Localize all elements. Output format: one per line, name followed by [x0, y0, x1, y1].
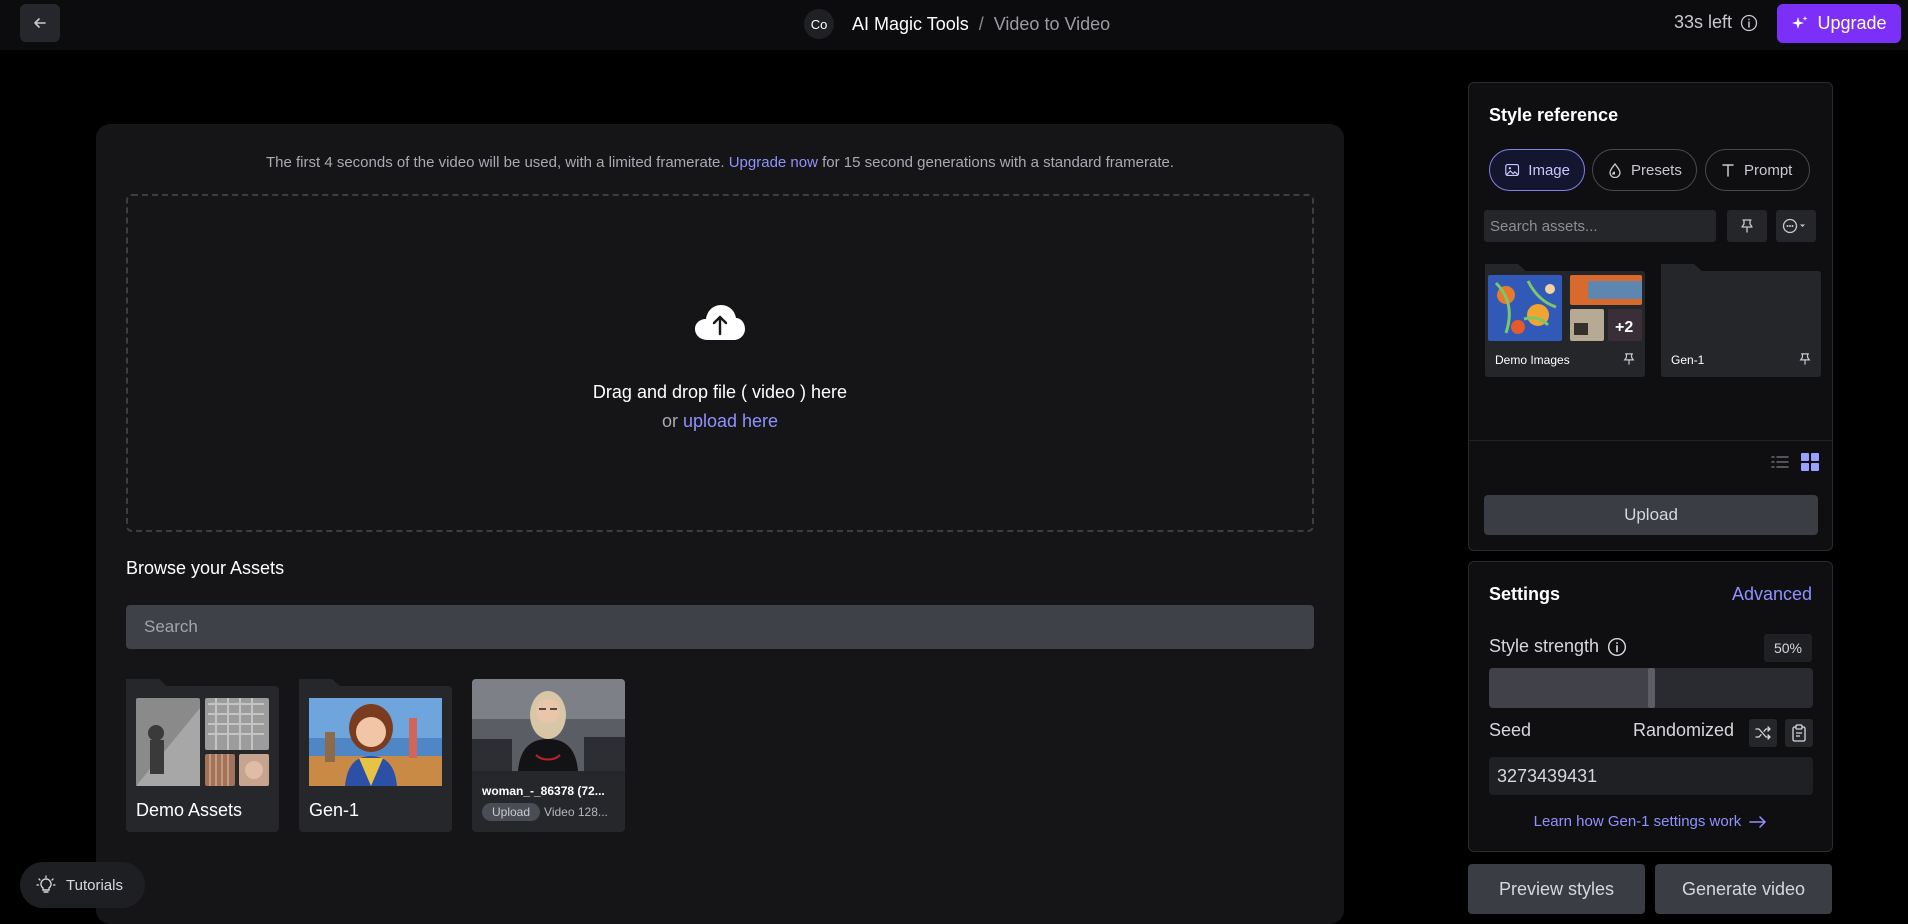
main-panel: The first 4 seconds of the video will be…	[96, 124, 1344, 924]
duration-notice: The first 4 seconds of the video will be…	[96, 154, 1344, 171]
breadcrumb-tool: Video to Video	[993, 13, 1111, 34]
video-filename: woman_-_86378 (72...	[482, 784, 605, 798]
tab-image-label: Image	[1528, 161, 1570, 179]
video-thumbnail	[472, 679, 625, 771]
seed-input[interactable]: 3273439431	[1489, 757, 1813, 795]
upload-here-link[interactable]: upload here	[683, 411, 778, 431]
tab-image[interactable]: Image	[1489, 149, 1585, 191]
tab-prompt-label: Prompt	[1744, 161, 1793, 179]
grid-view-icon[interactable]	[1800, 452, 1820, 472]
info-icon[interactable]	[1607, 637, 1627, 657]
upgrade-now-link[interactable]: Upgrade now	[729, 154, 818, 171]
asset-search-input[interactable]: Search	[126, 605, 1314, 649]
list-view-icon[interactable]	[1770, 452, 1790, 472]
preview-styles-button[interactable]: Preview styles	[1468, 864, 1645, 914]
credits-remaining: 33s left	[1674, 12, 1758, 33]
dropzone-subtitle: or upload here	[128, 411, 1312, 432]
workspace-badge[interactable]: Co	[804, 9, 834, 39]
clipboard-icon	[1792, 724, 1806, 742]
notice-suffix: for 15 second generations with a standar…	[822, 154, 1174, 171]
style-strength-value[interactable]: 50%	[1764, 634, 1812, 662]
folder-tab	[1661, 264, 1705, 274]
demo-images-folder[interactable]: +2 Demo Images	[1485, 264, 1645, 377]
slider-fill	[1489, 668, 1651, 708]
sparkle-icon	[1792, 15, 1808, 29]
tutorials-button[interactable]: Tutorials	[20, 862, 145, 908]
demo-assets-label: Demo Assets	[136, 800, 243, 820]
image-icon	[1505, 163, 1520, 177]
pin-icon	[1741, 219, 1753, 233]
demo-images-label: Demo Images	[1495, 353, 1570, 367]
video-asset-card[interactable]: woman_-_86378 (72... Upload Video 128...	[472, 679, 625, 832]
randomized-label: Randomized	[1633, 720, 1735, 740]
time-left-label: 33s left	[1674, 12, 1733, 32]
breadcrumb: Co AI Magic Tools / Video to Video	[804, 9, 1111, 39]
tab-presets-label: Presets	[1631, 161, 1682, 179]
top-bar: Co AI Magic Tools / Video to Video 33s l…	[0, 0, 1908, 50]
drop-icon	[1609, 162, 1621, 178]
pin-icon[interactable]	[1799, 353, 1811, 365]
style-strength-label-row: Style strength	[1489, 636, 1627, 657]
tutorials-label: Tutorials	[66, 876, 123, 894]
more-count-badge: +2	[1615, 319, 1634, 336]
gen1-style-folder[interactable]: Gen-1	[1661, 264, 1821, 377]
tab-prompt[interactable]: Prompt	[1705, 149, 1810, 191]
shuffle-icon	[1755, 726, 1771, 740]
more-options-button[interactable]	[1776, 210, 1816, 242]
info-icon[interactable]	[1740, 14, 1758, 32]
dropzone-title: Drag and drop file ( video ) here	[592, 382, 848, 402]
browse-assets-title: Browse your Assets	[126, 558, 285, 578]
search-assets-input[interactable]: Search assets...	[1484, 210, 1716, 242]
gen1-style-label: Gen-1	[1671, 353, 1705, 367]
upgrade-label: Upgrade	[1817, 13, 1887, 33]
breadcrumb-app[interactable]: AI Magic Tools	[852, 14, 969, 35]
slider-handle[interactable]	[1648, 668, 1655, 708]
generate-video-button[interactable]: Generate video	[1655, 864, 1832, 914]
pin-filter-button[interactable]	[1727, 210, 1767, 242]
folder-tab	[299, 679, 343, 689]
folder-tab	[126, 679, 170, 689]
settings-panel: Settings Advanced Style strength 50% See…	[1468, 561, 1833, 852]
folder-thumbnail	[309, 698, 442, 786]
upload-button[interactable]: Upload	[1484, 495, 1818, 535]
gen1-label: Gen-1	[309, 800, 360, 820]
more-dropdown-icon	[1782, 218, 1805, 234]
learn-settings-label: Learn how Gen-1 settings work	[1533, 813, 1742, 830]
arrow-left-icon	[34, 18, 46, 28]
demo-assets-folder[interactable]: Demo Assets	[126, 679, 279, 832]
breadcrumb-separator: /	[978, 13, 984, 34]
video-meta: Upload Video 128...	[482, 803, 608, 821]
style-reference-panel: Style reference Image Presets Prompt Sea…	[1468, 82, 1833, 551]
back-button[interactable]	[20, 4, 60, 42]
style-strength-label: Style strength	[1489, 636, 1600, 656]
settings-title: Settings	[1489, 584, 1561, 604]
folder-thumbnails	[136, 698, 269, 786]
upgrade-button[interactable]: Upgrade	[1777, 4, 1901, 43]
lightbulb-icon	[36, 875, 56, 893]
style-strength-slider[interactable]	[1489, 668, 1813, 708]
dropzone-or: or	[661, 411, 678, 431]
folder-tab	[1485, 264, 1529, 274]
style-reference-title: Style reference	[1489, 105, 1619, 125]
arrow-right-icon	[1749, 816, 1767, 828]
learn-settings-link[interactable]: Learn how Gen-1 settings work	[1469, 813, 1832, 830]
gen1-folder[interactable]: Gen-1	[299, 679, 452, 832]
divider	[1469, 440, 1832, 441]
advanced-link[interactable]: Advanced	[1732, 584, 1812, 605]
cloud-upload-icon	[694, 304, 746, 347]
notice-prefix: The first 4 seconds of the video will be…	[265, 154, 725, 171]
seed-label: Seed	[1489, 720, 1532, 740]
video-meta-text: Video 128...	[544, 805, 608, 819]
text-icon	[1722, 164, 1734, 177]
video-dropzone[interactable]: Drag and drop file ( video ) here or upl…	[126, 194, 1314, 532]
shuffle-button[interactable]	[1749, 719, 1777, 747]
tab-presets[interactable]: Presets	[1592, 149, 1697, 191]
view-toggle	[1770, 452, 1820, 472]
upload-badge: Upload	[482, 803, 541, 821]
pin-icon[interactable]	[1623, 353, 1635, 365]
paste-seed-button[interactable]	[1785, 719, 1813, 747]
